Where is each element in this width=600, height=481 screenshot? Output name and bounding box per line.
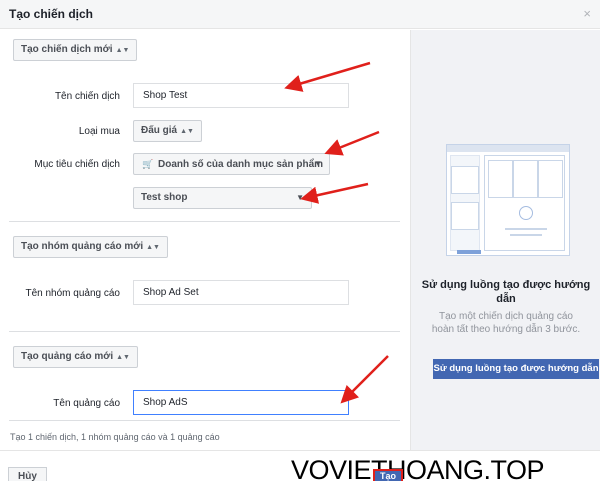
- caret-down-icon: ▼: [296, 193, 304, 202]
- illustration-line: [510, 234, 542, 236]
- updown-icon: ▲▼: [115, 47, 130, 54]
- campaign-name-input[interactable]: Shop Test: [133, 83, 349, 108]
- create-button[interactable]: Tạo: [373, 469, 404, 481]
- buy-type-label: Loại mua: [78, 126, 120, 137]
- illustration-button: [457, 250, 481, 254]
- guide-illustration: [446, 144, 570, 256]
- illustration-column: [488, 160, 513, 198]
- updown-icon: ▲▼: [116, 354, 130, 361]
- illustration-column: [538, 160, 563, 198]
- guided-creation-button[interactable]: Sử dụng luồng tạo được hướng dẫn: [433, 359, 599, 379]
- section-divider: [9, 420, 400, 421]
- illustration-card: [451, 202, 479, 230]
- dialog-title: Tạo chiến dịch: [9, 7, 94, 21]
- section-divider: [9, 331, 400, 332]
- adset-mode-select[interactable]: Tạo nhóm quảng cáo mới ▲▼: [13, 236, 168, 258]
- illustration-sidebar: [450, 155, 481, 254]
- guide-panel: Sử dụng luồng tạo được hướng dẫn Tạo một…: [410, 30, 600, 450]
- objective-value: Doanh số của danh mục sản phẩm: [158, 159, 324, 170]
- objective-select[interactable]: 🛒 Doanh số của danh mục sản phẩm ▼: [133, 153, 330, 175]
- section-divider: [9, 221, 400, 222]
- catalog-select[interactable]: Test shop ▼: [133, 187, 312, 209]
- campaign-mode-label: Tạo chiến dịch mới: [21, 44, 113, 55]
- adset-name-label: Tên nhóm quảng cáo: [25, 288, 120, 299]
- form-panel: Tạo chiến dịch mới ▲▼ Tên chiến dịch Shop…: [0, 30, 410, 450]
- catalog-value: Test shop: [141, 192, 188, 203]
- ad-mode-label: Tạo quảng cáo mới: [21, 351, 114, 362]
- buy-type-select[interactable]: Đấu giá ▲▼: [133, 120, 202, 142]
- illustration-column: [513, 160, 538, 198]
- ad-name-label: Tên quảng cáo: [53, 398, 120, 409]
- objective-label: Mục tiêu chiến dịch: [34, 159, 120, 170]
- guide-title: Sử dụng luồng tạo được hướng dẫn: [421, 279, 591, 305]
- illustration-line: [505, 228, 547, 230]
- adset-mode-label: Tạo nhóm quảng cáo mới: [21, 241, 144, 252]
- ad-name-input[interactable]: Shop AdS: [133, 390, 349, 415]
- cart-icon: 🛒: [142, 159, 154, 169]
- watermark-text: VOVIETHOANG.TOP: [291, 455, 545, 481]
- updown-icon: ▲▼: [146, 244, 160, 251]
- caret-down-icon: ▼: [314, 159, 322, 168]
- updown-icon: ▲▼: [180, 128, 194, 135]
- buy-type-value: Đấu giá: [141, 125, 178, 136]
- cancel-button[interactable]: Hủy: [8, 467, 47, 481]
- dialog-header: Tạo chiến dịch ×: [0, 0, 600, 29]
- campaign-name-label: Tên chiến dịch: [54, 91, 120, 102]
- illustration-preview: [484, 155, 565, 251]
- illustration-card: [451, 166, 479, 194]
- dialog-footer: Hủy VOVIETHOANG.TOP Tạo: [0, 450, 600, 481]
- illustration-topbar: [447, 145, 569, 152]
- guide-description: Tạo một chiến dịch quảng cáo hoàn tất th…: [431, 311, 581, 335]
- adset-name-input[interactable]: Shop Ad Set: [133, 280, 349, 305]
- summary-text: Tạo 1 chiến dịch, 1 nhóm quảng cáo và 1 …: [10, 432, 220, 442]
- campaign-mode-select[interactable]: Tạo chiến dịch mới ▲▼: [13, 39, 138, 61]
- illustration-circle: [519, 206, 533, 220]
- close-icon[interactable]: ×: [583, 6, 591, 21]
- ad-mode-select[interactable]: Tạo quảng cáo mới ▲▼: [13, 346, 138, 368]
